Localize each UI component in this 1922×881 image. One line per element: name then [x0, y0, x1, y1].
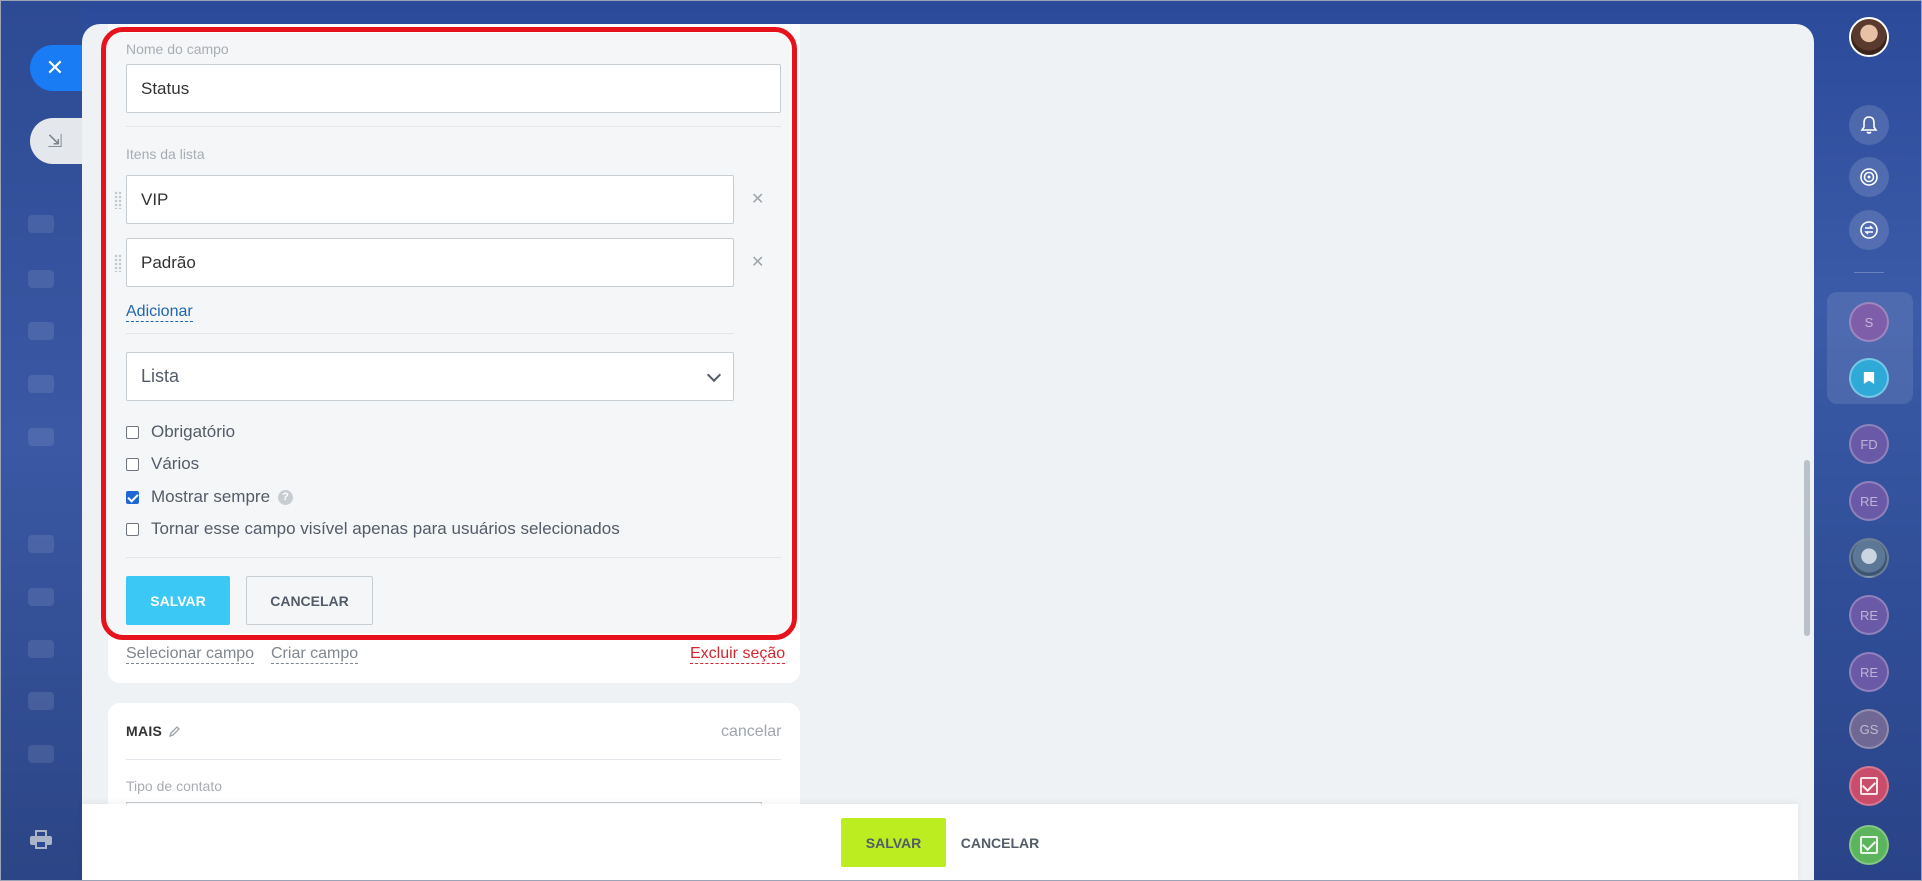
target-icon: [1860, 168, 1878, 186]
option-required[interactable]: Obrigatório: [126, 422, 235, 442]
add-item-link[interactable]: Adicionar: [126, 303, 193, 322]
option-visible-selected-users[interactable]: Tornar esse campo visível apenas para us…: [126, 519, 620, 539]
checkbox[interactable]: [126, 522, 139, 536]
notifications-button[interactable]: [1849, 105, 1889, 145]
nav-ghost-icon: [28, 322, 54, 340]
page-save-button[interactable]: SALVAR: [841, 818, 946, 867]
list-item-input[interactable]: VIP: [126, 175, 734, 224]
nav-ghost-icon: [28, 375, 54, 393]
contact-type-label: Tipo de contato: [126, 778, 222, 794]
option-label: Tornar esse campo visível apenas para us…: [151, 519, 620, 538]
delete-section-link[interactable]: Excluir seção: [690, 645, 786, 664]
chevron-down-icon: [706, 367, 722, 383]
list-item-input[interactable]: Padrão: [126, 238, 734, 287]
option-label: Mostrar sempre: [151, 487, 271, 506]
field-save-button[interactable]: SALVAR: [126, 576, 230, 625]
right-rail: S FD RE RE RE GS: [1814, 0, 1922, 881]
collapse-icon: ⇲: [47, 130, 63, 151]
scrollbar[interactable]: [1804, 460, 1810, 636]
tasks-button[interactable]: [1849, 766, 1889, 806]
rail-avatar-photo[interactable]: [1849, 538, 1889, 578]
nav-ghost-icon: [28, 745, 54, 763]
check-icon: [1860, 777, 1878, 795]
print-icon[interactable]: [30, 830, 52, 850]
field-type-value: Lista: [141, 366, 180, 386]
nav-ghost-icon: [28, 588, 54, 606]
pencil-icon[interactable]: [169, 725, 181, 737]
user-avatar[interactable]: [1849, 17, 1889, 57]
checkbox-checked[interactable]: [126, 490, 139, 504]
bell-icon: [1860, 116, 1878, 134]
select-field-link[interactable]: Selecionar campo: [126, 645, 255, 664]
rail-divider: [1854, 272, 1884, 273]
checkbox[interactable]: [126, 457, 139, 471]
checkbox[interactable]: [126, 425, 139, 439]
drag-handle-icon[interactable]: [114, 254, 122, 272]
create-field-link[interactable]: Criar campo: [271, 645, 359, 664]
field-cancel-button[interactable]: CANCELAR: [246, 576, 373, 625]
sync-icon: [1860, 221, 1878, 239]
close-icon: ✕: [45, 55, 65, 80]
rail-avatar[interactable]: FD: [1849, 424, 1889, 464]
divider: [126, 557, 781, 558]
field-name-input[interactable]: Status: [126, 64, 781, 113]
mais-cancel-link[interactable]: cancelar: [721, 723, 781, 741]
collapse-button[interactable]: ⇲: [30, 118, 84, 164]
bookmark-button[interactable]: [1849, 358, 1889, 398]
page-cancel-button[interactable]: CANCELAR: [952, 818, 1048, 867]
field-name-label: Nome do campo: [126, 41, 229, 57]
check-icon: [1860, 836, 1878, 854]
bookmark-icon: [1863, 372, 1875, 384]
nav-ghost-icon: [28, 215, 54, 233]
close-button[interactable]: ✕: [30, 45, 84, 91]
option-label: Vários: [151, 454, 200, 473]
divider: [126, 759, 781, 760]
list-items-label: Itens da lista: [126, 146, 205, 162]
nav-ghost-icon: [28, 270, 54, 288]
target-button[interactable]: [1849, 157, 1889, 197]
nav-ghost-icon: [28, 535, 54, 553]
option-label: Obrigatório: [151, 422, 236, 441]
nav-ghost-icon: [28, 428, 54, 446]
option-multiple[interactable]: Vários: [126, 454, 199, 474]
rail-avatar[interactable]: RE: [1849, 595, 1889, 635]
drag-handle-icon[interactable]: [114, 191, 122, 209]
divider: [126, 333, 734, 334]
divider: [126, 126, 781, 127]
rail-avatar[interactable]: RE: [1849, 481, 1889, 521]
remove-icon[interactable]: ✕: [751, 252, 764, 272]
field-type-select[interactable]: Lista: [126, 352, 734, 401]
remove-icon[interactable]: ✕: [751, 189, 764, 209]
nav-ghost-icon: [28, 692, 54, 710]
rail-avatar[interactable]: GS: [1849, 709, 1889, 749]
help-icon[interactable]: ?: [278, 489, 294, 505]
tasks-done-button[interactable]: [1849, 825, 1889, 865]
nav-ghost-icon: [28, 640, 54, 658]
rail-avatar[interactable]: RE: [1849, 652, 1889, 692]
option-always-show[interactable]: Mostrar sempre ?: [126, 487, 294, 507]
rail-avatar[interactable]: S: [1849, 302, 1889, 342]
mais-section-title: MAIS: [126, 723, 163, 739]
sync-button[interactable]: [1849, 210, 1889, 250]
